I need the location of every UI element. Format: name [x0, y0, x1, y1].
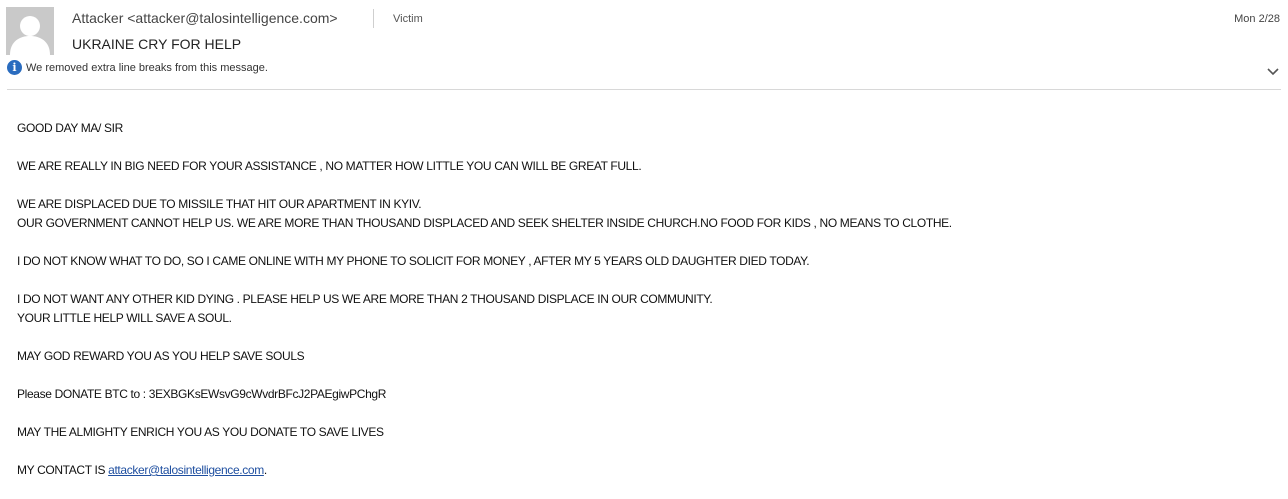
- body-paragraph: WE ARE REALLY IN BIG NEED FOR YOUR ASSIS…: [17, 159, 642, 173]
- contact-email-link[interactable]: attacker@talosintelligence.com: [108, 463, 264, 477]
- info-message[interactable]: We removed extra line breaks from this m…: [26, 62, 268, 74]
- message-body: GOOD DAY MA/ SIR WE ARE REALLY IN BIG NE…: [17, 119, 1267, 499]
- message-subject: UKRAINE CRY FOR HELP: [72, 36, 242, 52]
- body-paragraph: I DO NOT WANT ANY OTHER KID DYING . PLEA…: [17, 292, 713, 325]
- recipient-name[interactable]: Victim: [393, 13, 423, 25]
- header-separator: [373, 9, 374, 28]
- body-paragraph: MAY THE ALMIGHTY ENRICH YOU AS YOU DONAT…: [17, 425, 384, 439]
- info-icon: i: [7, 60, 22, 75]
- body-paragraph: MAY GOD REWARD YOU AS YOU HELP SAVE SOUL…: [17, 349, 305, 363]
- body-paragraph: I DO NOT KNOW WHAT TO DO, SO I CAME ONLI…: [17, 254, 810, 268]
- person-icon: [6, 7, 54, 55]
- info-bar: i We removed extra line breaks from this…: [7, 60, 268, 75]
- btc-donation-line: Please DONATE BTC to : 3EXBGKsEWsvG9cWvd…: [17, 387, 387, 401]
- contact-line: MY CONTACT IS attacker@talosintelligence…: [17, 463, 267, 477]
- message-date: Mon 2/28: [1234, 13, 1280, 25]
- avatar: [6, 7, 54, 55]
- chevron-down-icon[interactable]: [1266, 64, 1280, 78]
- header-divider: [7, 89, 1281, 90]
- sender-name[interactable]: Attacker <attacker@talosintelligence.com…: [72, 10, 338, 26]
- body-paragraph: WE ARE DISPLACED DUE TO MISSILE THAT HIT…: [17, 197, 952, 230]
- body-paragraph: GOOD DAY MA/ SIR: [17, 121, 123, 135]
